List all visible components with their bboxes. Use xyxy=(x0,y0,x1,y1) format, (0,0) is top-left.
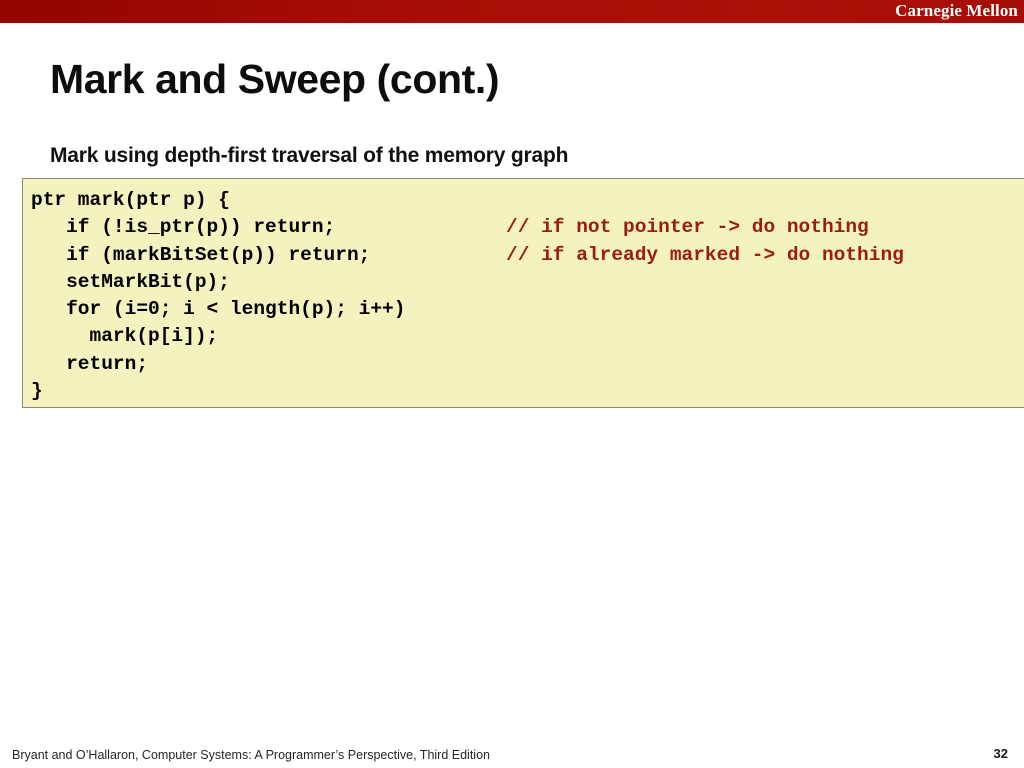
code-line: setMarkBit(p); xyxy=(31,269,1024,296)
code-line-text: for (i=0; i < length(p); i++) xyxy=(31,298,406,321)
code-line-comment: // if already marked -> do nothing xyxy=(506,243,904,266)
code-line: for (i=0; i < length(p); i++) xyxy=(31,296,1024,323)
carnegie-mellon-brand-label: Carnegie Mellon xyxy=(895,1,1018,20)
code-line-text: setMarkBit(p); xyxy=(31,270,230,293)
code-line-text: mark(p[i]); xyxy=(31,325,219,348)
code-line: if (markBitSet(p)) return; // if already … xyxy=(31,242,1024,269)
code-block: ptr mark(ptr p) { if (!is_ptr(p)) return… xyxy=(22,178,1024,408)
code-line: mark(p[i]); xyxy=(31,323,1024,350)
code-line-text: ptr mark(ptr p) { xyxy=(31,189,230,211)
page-title: Mark and Sweep (cont.) xyxy=(50,56,500,102)
top-banner: Carnegie Mellon xyxy=(0,0,1024,23)
footer-page-number: 32 xyxy=(993,746,1008,761)
code-line: return; xyxy=(31,351,1024,378)
code-line: if (!is_ptr(p)) return; // if not pointer… xyxy=(31,214,1024,241)
code-line: ptr mark(ptr p) { xyxy=(31,187,1024,214)
footer-citation: Bryant and O’Hallaron, Computer Systems:… xyxy=(12,748,490,762)
slide-subtitle: Mark using depth-first traversal of the … xyxy=(50,144,569,167)
code-line: } xyxy=(31,378,1024,405)
code-line-comment: // if not pointer -> do nothing xyxy=(506,216,869,239)
code-line-text: if (!is_ptr(p)) return; xyxy=(31,216,336,239)
code-line-text: if (markBitSet(p)) return; xyxy=(31,243,371,266)
code-line-text: return; xyxy=(31,352,149,375)
code-line-text: } xyxy=(31,380,43,403)
